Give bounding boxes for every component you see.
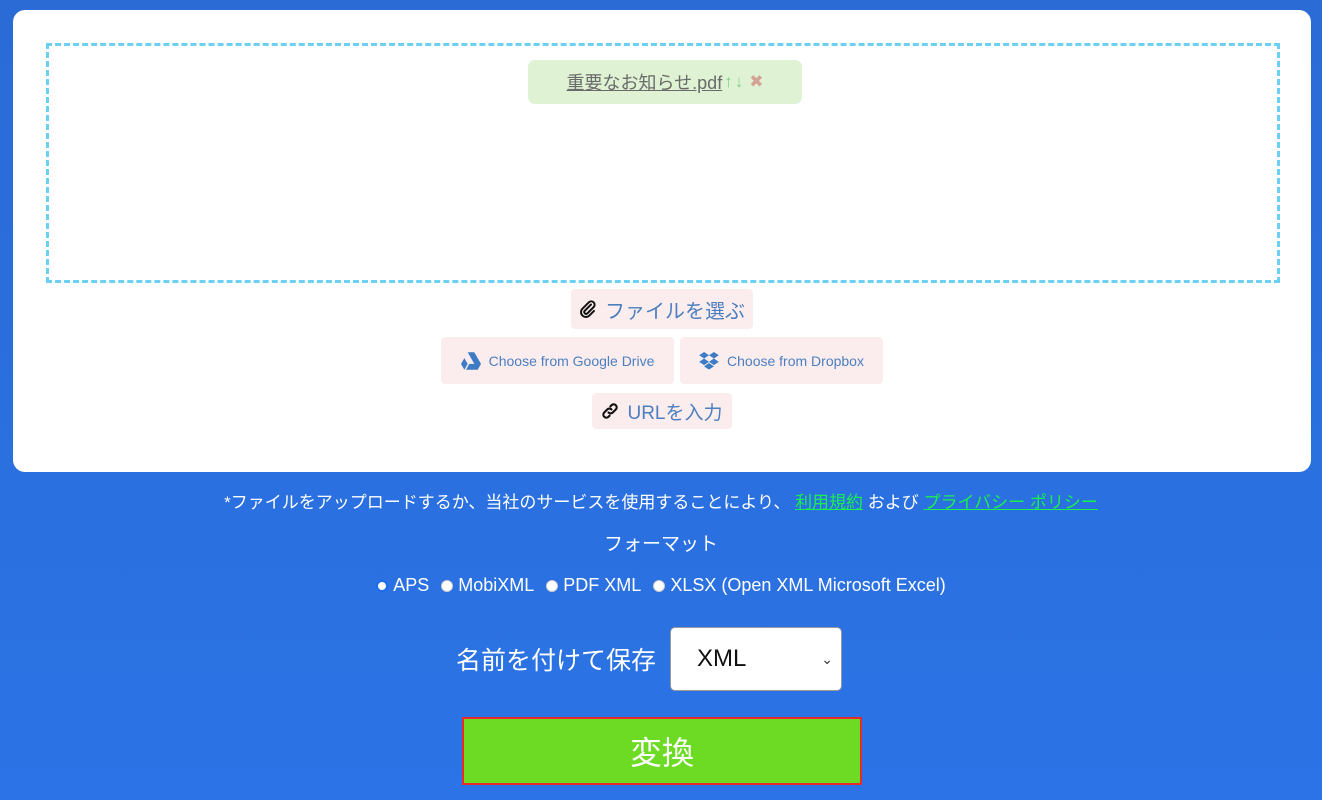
paperclip-icon [579,300,597,318]
terms-of-use-link[interactable]: 利用規約 [795,493,863,512]
terms-notice: *ファイルをアップロードするか、当社のサービスを使用することにより、 利用規約 … [0,488,1322,513]
enter-url-button[interactable]: URLを入力 [592,393,732,429]
url-label: URLを入力 [627,402,723,424]
file-name-link[interactable]: 重要なお知らせ.pdf [567,69,723,95]
dropbox-icon [699,351,719,370]
format-option-mobixml[interactable]: MobiXML [441,575,534,596]
radio-unchecked-icon[interactable] [546,579,559,592]
google-drive-label: Choose from Google Drive [488,352,655,369]
file-chip: 重要なお知らせ.pdf ↑ ↓ ✖ [528,60,802,104]
format-option-aps[interactable]: APS [376,575,429,596]
save-as-format-select[interactable]: XML ⌄ [670,627,843,691]
google-drive-icon [460,351,481,370]
format-option-label: XLSX (Open XML Microsoft Excel) [670,575,946,595]
upload-card: 重要なお知らせ.pdf ↑ ↓ ✖ ファイルを選ぶ Choose from Go… [13,10,1311,472]
format-title: フォーマット [603,534,718,555]
chevron-down-icon: ⌄ [821,650,834,667]
dropbox-button[interactable]: Choose from Dropbox [680,337,883,384]
selected-format: XML [697,645,747,672]
choose-file-label: ファイルを選ぶ [605,300,745,323]
radio-unchecked-icon[interactable] [653,579,666,592]
save-as-label: 名前を付けて保存 [456,647,657,675]
convert-button[interactable]: 変換 [462,717,862,785]
format-option-label: MobiXML [458,575,535,595]
format-option-xlsx[interactable]: XLSX (Open XML Microsoft Excel) [653,575,946,596]
move-up-icon[interactable]: ↑ [724,72,733,92]
privacy-policy-link[interactable]: プライバシー ポリシー [924,493,1098,512]
format-radio-group: APS MobiXML PDF XML XLSX (Open XML Micro… [0,575,1322,596]
file-dropzone[interactable]: 重要なお知らせ.pdf ↑ ↓ ✖ [46,43,1280,283]
format-option-label: APS [393,575,430,595]
terms-prefix: *ファイルをアップロードするか、当社のサービスを使用することにより、 [224,493,796,512]
link-icon [601,402,619,420]
google-drive-button[interactable]: Choose from Google Drive [441,337,674,384]
radio-checked-icon[interactable] [376,579,389,592]
format-option-label: PDF XML [563,575,642,595]
remove-file-icon[interactable]: ✖ [749,72,763,92]
move-down-icon[interactable]: ↓ [735,72,744,92]
radio-unchecked-icon[interactable] [441,579,454,592]
save-as-row: 名前を付けて保存 XML ⌄ [456,627,843,691]
format-option-pdfxml[interactable]: PDF XML [546,575,641,596]
choose-file-button[interactable]: ファイルを選ぶ [571,289,753,329]
dropbox-label: Choose from Dropbox [727,352,864,369]
terms-middle: および [863,493,924,512]
